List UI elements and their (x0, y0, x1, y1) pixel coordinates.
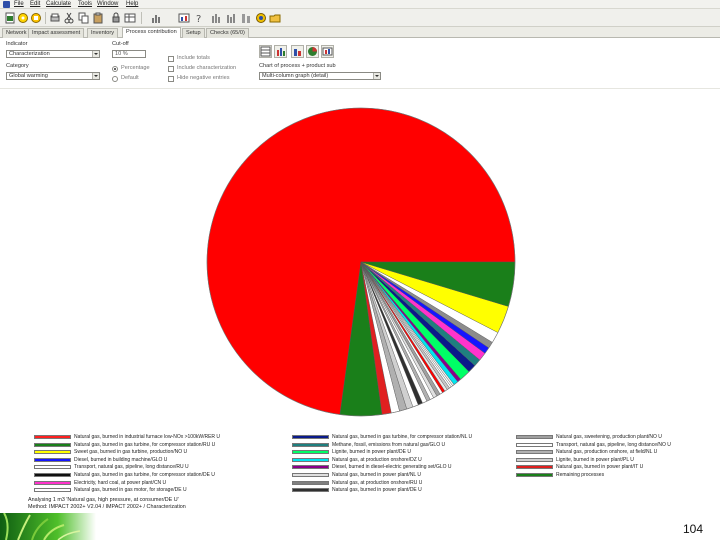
legend-swatch (292, 473, 329, 477)
legend-entry: Natural gas, sweetening, production plan… (516, 434, 720, 440)
legend-entry: Natural gas, at production onshore/DZ U (292, 457, 502, 463)
method-footnote: Method: IMPACT 2002+ V2.04 / IMPACT 2002… (28, 504, 186, 510)
legend-label: Natural gas, production onshore, at fiel… (556, 449, 658, 456)
legend-label: Natural gas, burned in gas motor, for st… (74, 487, 187, 494)
legend-label: Natural gas, burned in power plant/NL U (332, 472, 422, 478)
legend-entry: Transport, natural gas, pipeline, long d… (516, 442, 720, 448)
legend-entry: Remaining processes (516, 472, 720, 478)
legend-swatch (34, 435, 71, 439)
legend-swatch (516, 473, 553, 477)
legend-entry: Lignite, burned in power plant/DE U (292, 449, 502, 455)
legend-entry: Electricity, hard coal, at power plant/C… (34, 480, 244, 486)
legend-swatch (516, 435, 553, 439)
legend-entry: Natural gas, burned in gas motor, for st… (34, 487, 244, 493)
legend-swatch (34, 457, 71, 462)
legend-swatch (292, 488, 329, 493)
legend-label: Sweet gas, burned in gas turbine, produc… (74, 449, 188, 456)
legend-entry: Natural gas, burned in industrial furnac… (34, 434, 244, 440)
legend-label: Natural gas, at production onshore/RU U (332, 479, 423, 486)
legend-label: Methane, fossil, emissions from natural … (332, 441, 446, 448)
legend-entry: Natural gas, burned in power plant/NL U (292, 472, 502, 478)
legend-entry: Natural gas, burned in gas turbine, for … (34, 442, 244, 448)
legend-entry: Natural gas, burned in gas turbine, for … (34, 472, 244, 478)
legend-swatch (292, 450, 329, 455)
legend-swatch (516, 450, 553, 455)
legend-swatch (34, 473, 71, 477)
legend-swatch (34, 450, 71, 455)
legend-label: Lignite, burned in power plant/PL U (556, 456, 634, 463)
legend-swatch (34, 480, 71, 485)
legend-swatch (292, 465, 329, 470)
legend-swatch (292, 435, 329, 439)
legend-swatch (292, 457, 329, 462)
legend-swatch (516, 457, 553, 462)
legend-entry: Natural gas, at production onshore/RU U (292, 480, 502, 486)
legend-label: Natural gas, burned in gas turbine, for … (74, 472, 215, 478)
legend-label: Natural gas, sweetening, production plan… (556, 434, 662, 440)
legend-entry: Natural gas, burned in power plant/IT U (516, 464, 720, 470)
legend-entry: Lignite, burned in power plant/PL U (516, 457, 720, 463)
legend-entry: Natural gas, burned in gas turbine, for … (292, 434, 502, 440)
legend-swatch (516, 465, 553, 470)
legend-swatch (292, 442, 329, 447)
legend-label: Diesel, burned in building machine/GLO U (74, 456, 168, 463)
legend-entry: Natural gas, burned in power plant/DE U (292, 487, 502, 493)
legend-swatch (516, 442, 553, 447)
application-window: File Edit Calculate Tools Window Help ? … (0, 0, 720, 540)
legend-entry: Diesel, burned in diesel-electric genera… (292, 464, 502, 470)
legend-label: Natural gas, burned in power plant/DE U (332, 487, 422, 494)
legend-label: Lignite, burned in power plant/DE U (332, 449, 411, 456)
page-number: 104 (683, 522, 704, 536)
legend-label: Natural gas, burned in industrial furnac… (74, 434, 221, 440)
legend-label: Natural gas, burned in gas turbine, for … (332, 434, 473, 440)
legend-label: Remaining processes (556, 472, 605, 478)
legend-entry: Natural gas, production onshore, at fiel… (516, 449, 720, 455)
legend-label: Natural gas, at production onshore/DZ U (332, 456, 422, 463)
legend-swatch (34, 465, 71, 470)
legend-swatch (34, 442, 71, 447)
legend-label: Natural gas, burned in power plant/IT U (556, 464, 644, 471)
legend-swatch (292, 480, 329, 485)
analysis-footnote: Analysing 1 m3 'Natural gas, high pressu… (28, 497, 179, 503)
legend-entry: Diesel, burned in building machine/GLO U (34, 457, 244, 463)
legend-entry: Methane, fossil, emissions from natural … (292, 442, 502, 448)
legend-label: Transport, natural gas, pipeline, long d… (74, 464, 189, 471)
legend-label: Transport, natural gas, pipeline, long d… (556, 441, 671, 448)
legend-label: Natural gas, burned in gas turbine, for … (74, 441, 216, 448)
legend-label: Diesel, burned in diesel-electric genera… (332, 464, 452, 471)
legend-label: Electricity, hard coal, at power plant/C… (74, 479, 167, 486)
chart-legend: Natural gas, burned in industrial furnac… (34, 434, 684, 496)
legend-entry: Sweet gas, burned in gas turbine, produc… (34, 449, 244, 455)
legend-entry: Transport, natural gas, pipeline, long d… (34, 464, 244, 470)
legend-swatch (34, 488, 71, 493)
decorative-grass-image (0, 513, 96, 540)
